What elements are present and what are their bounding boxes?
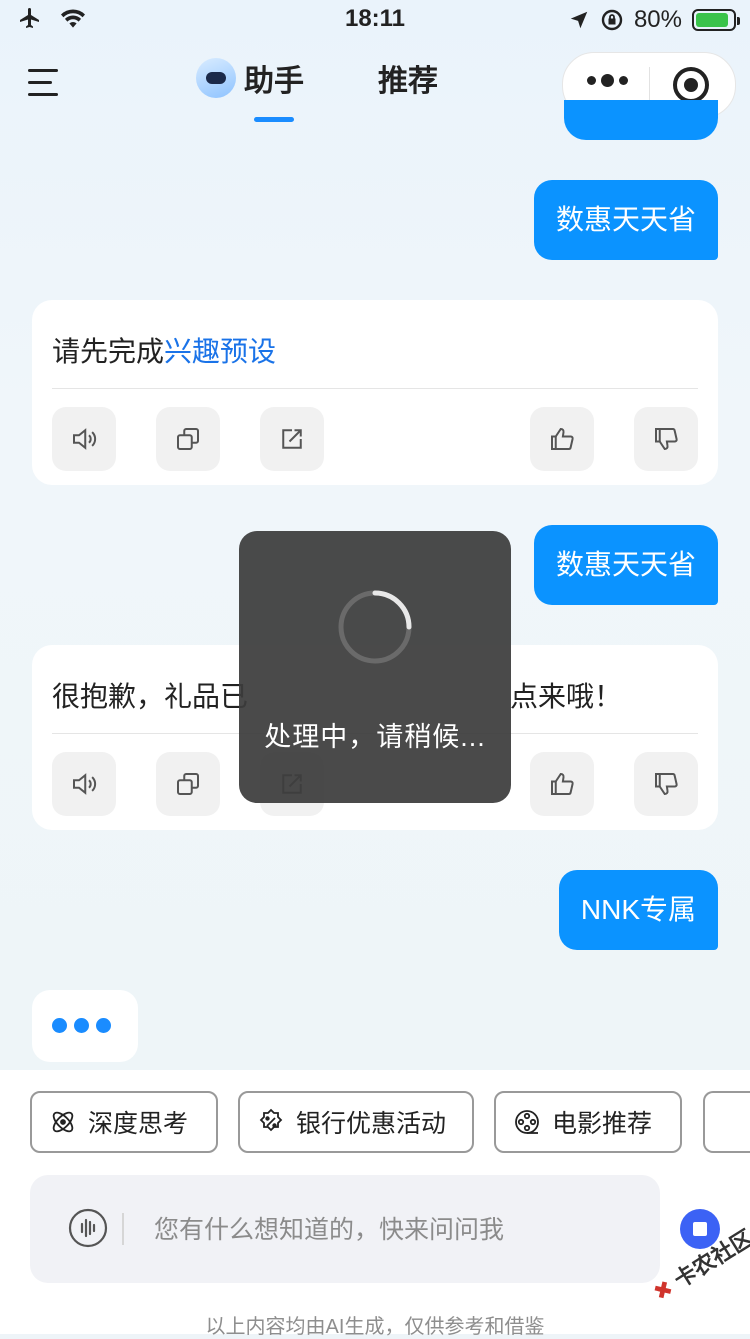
film-reel-icon [515, 1110, 539, 1134]
composer-panel: 深度思考 银行优惠活动 电影推荐 以上内容均由AI生成，仅供参考和借鉴 [0, 1070, 750, 1338]
discount-badge-icon [259, 1108, 283, 1132]
assistant-avatar-icon [196, 58, 236, 98]
input-divider [122, 1213, 124, 1245]
like-button[interactable] [530, 407, 594, 471]
like-button[interactable] [530, 752, 594, 816]
dislike-button[interactable] [634, 752, 698, 816]
message-input[interactable] [152, 1205, 636, 1255]
quick-action-movie-recommend[interactable]: 电影推荐 [494, 1091, 682, 1153]
status-bar: 18:11 80% [0, 0, 750, 40]
atom-icon [52, 1111, 74, 1133]
more-options-icon[interactable] [587, 74, 628, 87]
dislike-button[interactable] [634, 407, 698, 471]
copy-button[interactable] [156, 752, 220, 816]
capsule-divider [649, 67, 650, 103]
copy-icon [177, 773, 199, 795]
assistant-text-prefix: 请先完成 [52, 336, 165, 367]
quick-action-label: 电影推荐 [552, 1110, 653, 1138]
loading-toast: 处理中，请稍候... [239, 531, 511, 803]
speak-button[interactable] [52, 752, 116, 816]
quick-action-label: 深度思考 [88, 1110, 189, 1138]
quick-action-more[interactable] [703, 1091, 750, 1153]
user-message: 数惠天天省 [533, 525, 718, 605]
speak-button[interactable] [52, 407, 116, 471]
speaker-icon [73, 428, 97, 450]
close-target-icon[interactable] [673, 67, 709, 103]
share-button[interactable] [260, 407, 324, 471]
location-arrow-icon [570, 11, 588, 29]
thumbs-up-icon [551, 427, 574, 450]
interest-preset-link[interactable]: 兴趣预设 [164, 336, 276, 367]
copy-icon [177, 428, 199, 450]
thumbs-up-icon [551, 772, 574, 795]
assistant-text-end: 点来哦！ [510, 681, 623, 712]
share-icon [282, 429, 302, 449]
assistant-text-start: 很抱歉，礼品已 [52, 681, 249, 712]
assistant-message-text: 请先完成兴趣预设 [52, 330, 276, 370]
tab-recommend[interactable]: 推荐 [378, 56, 438, 100]
battery-icon [692, 9, 740, 31]
header-tabs: 助手 推荐 [196, 56, 438, 122]
orientation-lock-icon [601, 9, 623, 31]
battery-percent: 80% [633, 6, 682, 33]
quick-action-deep-thinking[interactable]: 深度思考 [30, 1091, 218, 1153]
card-divider [52, 388, 698, 389]
loading-toast-text: 处理中，请稍候... [264, 722, 486, 752]
previous-user-bubble [564, 100, 718, 140]
copy-button[interactable] [156, 407, 220, 471]
typing-indicator [32, 990, 138, 1062]
loading-spinner-icon [338, 590, 412, 664]
message-input-box [30, 1175, 660, 1283]
quick-action-label: 银行优惠活动 [296, 1110, 447, 1138]
user-message: 数惠天天省 [533, 180, 718, 260]
thumbs-down-icon [655, 428, 678, 451]
assistant-message-card: 请先完成兴趣预设 [32, 300, 718, 485]
user-message: NNK专属 [558, 870, 718, 950]
thumbs-down-icon [655, 773, 678, 796]
voice-input-icon[interactable] [68, 1208, 108, 1248]
status-right: 80% [568, 6, 740, 34]
menu-icon[interactable] [28, 66, 62, 100]
quick-action-bank-offers[interactable]: 银行优惠活动 [238, 1091, 474, 1153]
speaker-icon [73, 773, 97, 795]
ai-disclaimer: 以上内容均由AI生成，仅供参考和借鉴 [205, 1316, 545, 1338]
tab-assistant[interactable]: 助手 [244, 56, 304, 122]
